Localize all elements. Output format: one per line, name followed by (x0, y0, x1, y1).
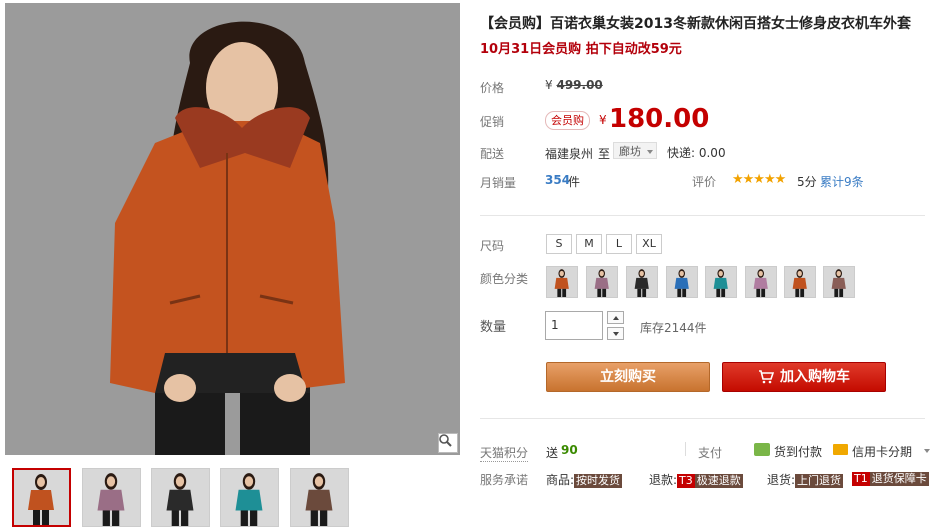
color-label: 颜色分类 (480, 272, 529, 286)
currency-symbol: ¥ (545, 78, 553, 92)
divider (480, 418, 925, 419)
size-option-m[interactable]: M (576, 234, 602, 254)
credit-installment[interactable]: 信用卡分期 (852, 443, 912, 460)
doorstep-return-tag[interactable]: 上门退货 (795, 474, 844, 488)
goods-label: 商品: (546, 473, 575, 487)
quantity-increase-button[interactable] (607, 311, 624, 324)
points-value: 90 (561, 443, 578, 457)
destination-select[interactable]: 廊坊 (613, 142, 657, 159)
stock-count: 库存2144件 (640, 321, 707, 335)
size-option-s[interactable]: S (546, 234, 572, 254)
t1-badge: T1 (852, 472, 870, 486)
model-photo (5, 3, 460, 455)
ship-to-word: 至 (598, 147, 611, 161)
price-label: 价格 (480, 81, 505, 95)
color-swatch[interactable] (626, 266, 658, 298)
color-swatch[interactable] (745, 266, 777, 298)
service-goods: 商品: 按时发货 (546, 471, 623, 488)
size-option-l[interactable]: L (606, 234, 632, 254)
color-swatch[interactable] (823, 266, 855, 298)
color-swatch[interactable] (705, 266, 737, 298)
tmall-points-label: 天猫积分 (480, 446, 529, 462)
destination-value: 廊坊 (619, 145, 641, 158)
original-price-value: 499.00 (556, 78, 603, 92)
add-to-cart-label: 加入购物车 (780, 369, 850, 385)
t3-badge: T3 (677, 474, 695, 488)
main-product-image[interactable] (5, 3, 460, 455)
thumbnail-3[interactable] (151, 468, 210, 527)
zoom-button[interactable] (438, 433, 458, 453)
monthly-sales-count: 354 (545, 173, 571, 187)
thumbnail-image (221, 469, 278, 526)
member-badge: 会员购 (545, 111, 590, 130)
quantity-input[interactable]: 1 (545, 311, 603, 340)
rating-label: 评价 (692, 175, 717, 189)
original-price: ¥ 499.00 (545, 78, 603, 92)
rating-stars: ★★★★★ (732, 172, 786, 187)
size-label: 尺码 (480, 239, 505, 253)
buy-now-button[interactable]: 立刻购买 (546, 362, 710, 392)
cash-on-delivery-icon (754, 443, 770, 456)
thumbnail-4[interactable] (220, 468, 279, 527)
service-return: 退货: 上门退货 (767, 471, 844, 488)
return-guarantee-card-tag[interactable]: 退货保障卡 (869, 472, 929, 486)
thumbnail-image (83, 469, 140, 526)
service-label: 服务承诺 (480, 473, 529, 487)
points-prefix: 送 (546, 446, 559, 460)
color-swatch[interactable] (546, 266, 578, 298)
credit-card-icon (833, 444, 848, 455)
promo-price: 180.00 (609, 104, 710, 134)
promo-text: 10月31日会员购 拍下自动改59元 (480, 42, 682, 57)
review-count-link[interactable]: 累计9条 (820, 173, 864, 190)
service-card: T1 退货保障卡 (852, 471, 929, 486)
chevron-down-icon (647, 150, 653, 154)
thumbnail-5[interactable] (290, 468, 349, 527)
thumbnail-image (291, 469, 348, 526)
service-refund: 退款: T3 极速退款 (649, 471, 743, 488)
express-fee: 快递: 0.00 (667, 146, 726, 160)
product-title: 【会员购】百诺衣巢女装2013冬新款休闲百搭女士修身皮衣机车外套 (480, 16, 911, 32)
magnifier-icon (439, 434, 452, 447)
separator (685, 442, 686, 456)
add-to-cart-button[interactable]: 加入购物车 (722, 362, 886, 392)
cash-on-delivery[interactable]: 货到付款 (774, 443, 822, 460)
chevron-down-icon[interactable] (924, 449, 930, 453)
color-swatch[interactable] (586, 266, 618, 298)
fast-refund-tag[interactable]: 极速退款 (694, 474, 743, 488)
payment-label: 支付 (698, 446, 723, 460)
promo-currency-symbol: ¥ (599, 113, 607, 127)
rating-score: 5分 (797, 175, 817, 189)
thumbnail-1[interactable] (12, 468, 71, 527)
delivery-label: 配送 (480, 147, 505, 161)
ship-from: 福建泉州 (545, 147, 594, 161)
on-time-delivery-tag[interactable]: 按时发货 (574, 474, 623, 488)
chevron-up-icon (612, 315, 619, 320)
active-thumb-indicator (39, 468, 51, 469)
quantity-decrease-button[interactable] (607, 327, 624, 340)
thumbnail-2[interactable] (82, 468, 141, 527)
size-option-xl[interactable]: XL (636, 234, 662, 254)
cart-icon (759, 370, 774, 384)
promotion-label: 促销 (480, 115, 505, 129)
color-swatch[interactable] (784, 266, 816, 298)
monthly-sales-unit: 件 (568, 175, 581, 189)
color-swatch[interactable] (666, 266, 698, 298)
return-label: 退货: (767, 473, 796, 487)
chevron-down-icon (612, 331, 619, 336)
refund-label: 退款: (649, 473, 678, 487)
quantity-label: 数量 (480, 320, 507, 335)
monthly-sales-label: 月销量 (480, 176, 517, 190)
thumbnail-image (14, 470, 69, 525)
thumbnail-image (152, 469, 209, 526)
divider (480, 215, 925, 216)
